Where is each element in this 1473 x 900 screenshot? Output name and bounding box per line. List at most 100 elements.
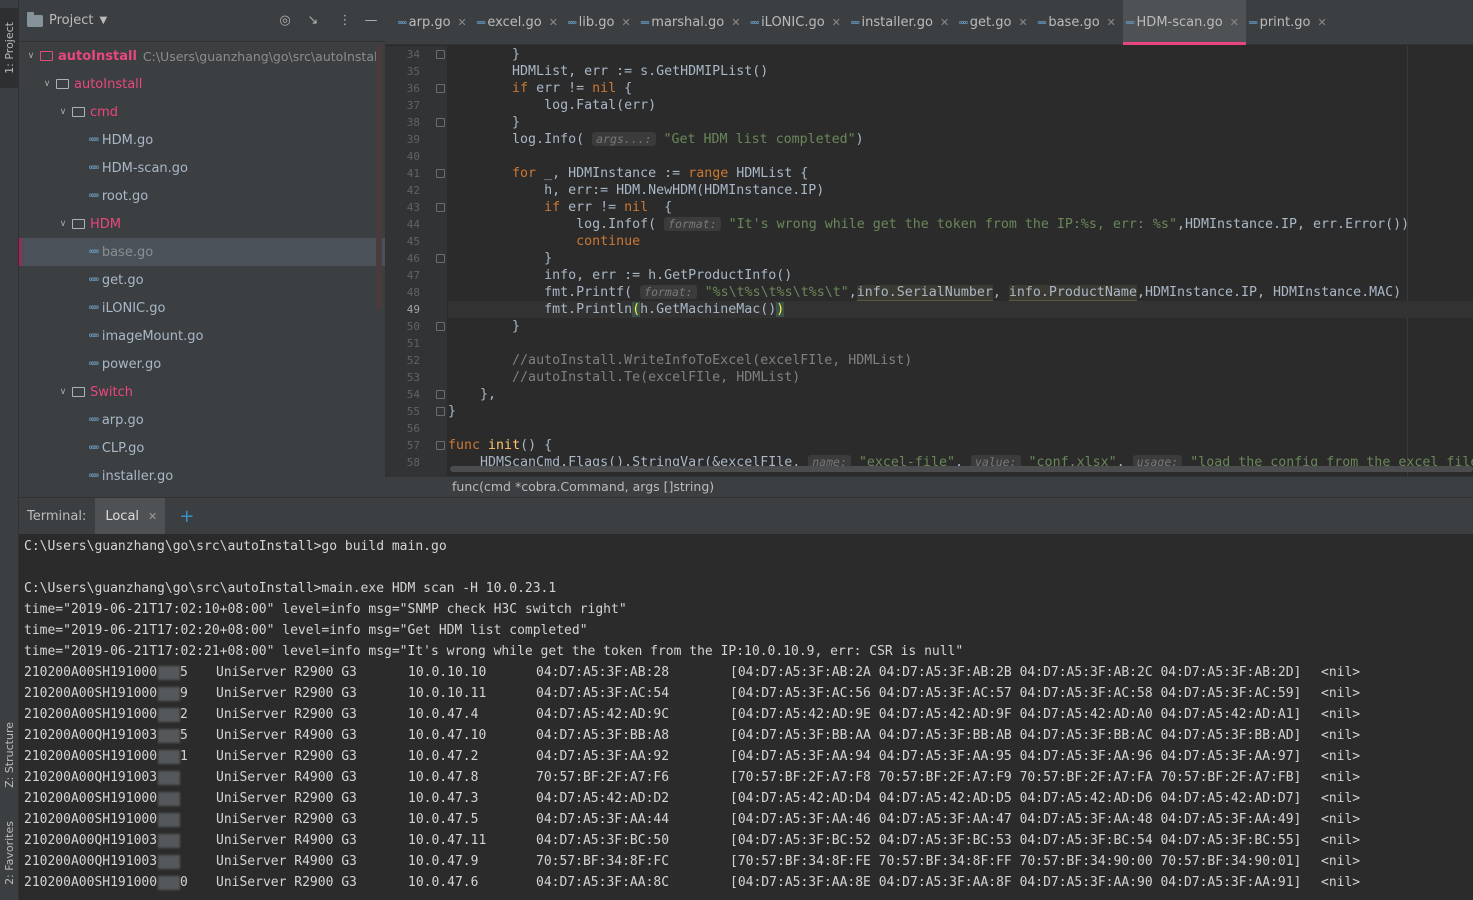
terminal-cell-serial: 210200A00SH191000: [24, 812, 158, 827]
close-icon[interactable]: ✕: [148, 510, 157, 523]
chevron-down-icon[interactable]: ∨: [41, 79, 53, 89]
terminal-tab-local[interactable]: Local ✕: [95, 497, 166, 535]
editor-tab[interactable]: ∞∞ installer.go ✕: [848, 0, 956, 45]
fold-marker-icon[interactable]: [436, 441, 445, 450]
project-tool-tab[interactable]: 1: Project: [0, 8, 19, 88]
fold-marker-icon[interactable]: [436, 118, 445, 127]
terminal-cell-ip: 10.0.47.10: [408, 728, 487, 743]
close-icon[interactable]: ✕: [1230, 16, 1239, 29]
breadcrumb[interactable]: func(cmd *cobra.Command, args []string): [385, 476, 1473, 497]
code-line-current: fmt.Println(h.GetMachineMac()): [448, 301, 1473, 318]
terminal-cell-mac: 70:57:BF:34:8F:FC: [536, 854, 670, 869]
code-line: info, err := h.GetProductInfo(): [448, 268, 793, 283]
fold-marker-icon[interactable]: [436, 390, 445, 399]
close-icon[interactable]: ✕: [731, 16, 740, 29]
terminal-cell-serial-end: 5: [158, 725, 188, 746]
close-icon[interactable]: ✕: [621, 16, 630, 29]
tree-item[interactable]: ∞∞ root.go: [19, 182, 385, 210]
tree-item[interactable]: ∞∞ power.go: [19, 350, 385, 378]
terminal-cell-serial: 210200A00SH191000: [24, 749, 158, 764]
terminal-row: 210200A00QH191003 UniServer R4900 G3 10.0.…: [24, 767, 1464, 788]
editor-tab[interactable]: ∞∞ print.go ✕: [1246, 0, 1334, 45]
editor-tab[interactable]: ∞∞ get.go ✕: [956, 0, 1035, 45]
go-file-icon: ∞∞: [476, 17, 486, 27]
chevron-down-icon[interactable]: ∨: [57, 219, 69, 229]
tree-item[interactable]: ∨ autoInstall: [19, 70, 385, 98]
close-icon[interactable]: ✕: [1018, 16, 1027, 29]
tree-item[interactable]: ∨ HDM: [19, 210, 385, 238]
tree-item-label: base.go: [101, 244, 154, 260]
code-line: }: [448, 404, 457, 419]
terminal-cell-ip: 10.0.47.11: [408, 833, 487, 848]
fold-marker-icon[interactable]: [436, 84, 445, 93]
chevron-down-icon[interactable]: ∨: [25, 51, 37, 61]
project-view-selector[interactable]: Project: [49, 13, 93, 28]
fold-marker-icon[interactable]: [436, 50, 445, 59]
tree-item[interactable]: ∞∞ base.go: [19, 238, 385, 266]
editor-tab-label: get.go: [969, 14, 1012, 30]
terminal-cell-err: <nil>: [1321, 728, 1361, 743]
editor-tab[interactable]: ∞∞ HDM-scan.go ✕: [1122, 0, 1246, 45]
tree-item[interactable]: ∞∞ installer.go: [19, 462, 385, 490]
line-number: 51: [406, 337, 420, 350]
favorites-tool-tab[interactable]: 2: Favorites: [0, 810, 19, 895]
terminal-cell-serial-end: [158, 809, 180, 830]
tree-item[interactable]: ∨ cmd: [19, 98, 385, 126]
code-editor[interactable]: 34 35 36 37 38 39 40 41 42 43 44 45 46 47 48 49 50 51 52 53…: [385, 46, 1473, 476]
tree-item[interactable]: ∞∞ get.go: [19, 266, 385, 294]
terminal-cell-macs: [04:D7:A5:3F:BB:AA 04:D7:A5:3F:BB:AB 04:…: [730, 728, 1302, 743]
terminal-cell-macs: [04:D7:A5:3F:AA:94 04:D7:A5:3F:AA:95 04:…: [730, 749, 1302, 764]
tree-item[interactable]: ∞∞ CLP.go: [19, 434, 385, 462]
project-scrollbar[interactable]: [376, 44, 382, 310]
editor-tab[interactable]: ∞∞ arp.go ✕: [395, 0, 474, 45]
editor-tab[interactable]: ∞∞ excel.go ✕: [474, 0, 565, 45]
go-file-icon: ∞∞: [1125, 17, 1135, 27]
editor-horizontal-scrollbar[interactable]: [450, 466, 1473, 472]
chevron-down-icon[interactable]: ∨: [57, 387, 69, 397]
terminal-cell-serial-end: 1: [158, 746, 188, 767]
collapse-all-icon[interactable]: ↘: [305, 13, 321, 29]
chevron-down-icon[interactable]: ∨: [57, 107, 69, 117]
fold-marker-icon[interactable]: [436, 203, 445, 212]
tree-item[interactable]: ∞∞ HDM-scan.go: [19, 154, 385, 182]
terminal-cell-model: UniServer R2900 G3: [216, 665, 357, 680]
tree-item[interactable]: ∞∞ imageMount.go: [19, 322, 385, 350]
close-icon[interactable]: ✕: [1107, 16, 1116, 29]
terminal-output[interactable]: C:\Users\guanzhang\go\src\autoInstall>go…: [19, 534, 1473, 900]
new-terminal-plus-icon[interactable]: +: [179, 506, 194, 527]
terminal-cell-serial-tail: 0: [180, 875, 188, 890]
tree-item[interactable]: ∞∞ HDM.go: [19, 126, 385, 154]
terminal-cell-serial: 210200A00QH191003: [24, 854, 158, 869]
editor-tab[interactable]: ∞∞ lib.go ✕: [565, 0, 638, 45]
tree-item[interactable]: ∨ Switch: [19, 378, 385, 406]
go-file-icon: ∞∞: [89, 247, 99, 257]
line-number: 40: [406, 150, 420, 163]
editor-tab[interactable]: ∞∞ iLONIC.go ✕: [747, 0, 847, 45]
line-number: 53: [406, 371, 420, 384]
terminal-cell-mac: 04:D7:A5:3F:AA:44: [536, 812, 670, 827]
close-icon[interactable]: ✕: [940, 16, 949, 29]
redacted-block: [158, 665, 180, 680]
options-menu-icon[interactable]: ⋮: [337, 13, 353, 29]
hide-panel-icon[interactable]: —: [363, 13, 379, 29]
locate-icon[interactable]: ◎: [277, 13, 293, 29]
fold-marker-icon[interactable]: [436, 169, 445, 178]
editor-tab[interactable]: ∞∞ marshal.go ✕: [638, 0, 748, 45]
close-icon[interactable]: ✕: [832, 16, 841, 29]
editor-tab[interactable]: ∞∞ base.go ✕: [1035, 0, 1123, 45]
terminal-row: 210200A00SH191000 0 UniServer R2900 G3 10.0…: [24, 872, 1464, 893]
tree-item[interactable]: ∞∞ arp.go: [19, 406, 385, 434]
tree-item[interactable]: ∞∞ iLONIC.go: [19, 294, 385, 322]
close-icon[interactable]: ✕: [1317, 16, 1326, 29]
chevron-down-icon[interactable]: ▼: [99, 15, 107, 26]
fold-marker-icon[interactable]: [436, 322, 445, 331]
close-icon[interactable]: ✕: [458, 16, 467, 29]
close-icon[interactable]: ✕: [549, 16, 558, 29]
fold-marker-icon[interactable]: [436, 407, 445, 416]
tree-item[interactable]: ∨ autoInstall C:\Users\guanzhang\go\src\au…: [19, 42, 385, 70]
terminal-row: 210200A00SH191000 9 UniServer R2900 G3 10.0…: [24, 683, 1464, 704]
fold-marker-icon[interactable]: [436, 254, 445, 263]
structure-tool-tab[interactable]: Z: Structure: [0, 710, 19, 800]
tree-item-label: cmd: [90, 104, 119, 120]
redacted-block: [158, 707, 180, 722]
